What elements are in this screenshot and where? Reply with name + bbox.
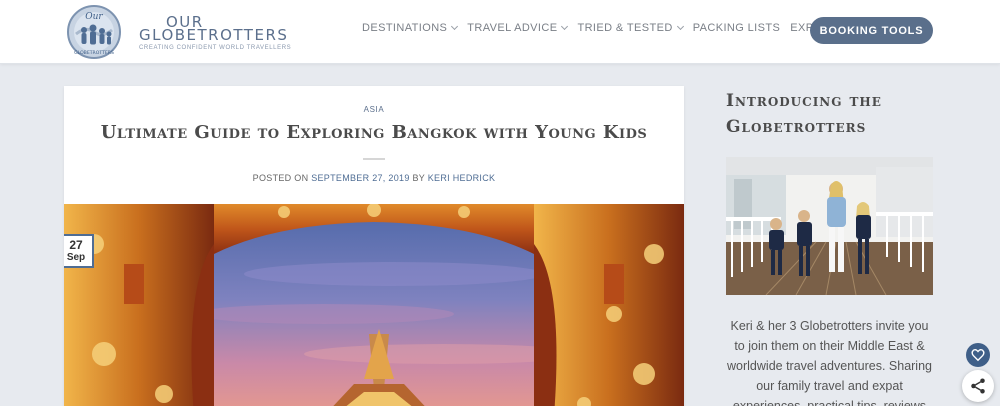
booking-tools-button[interactable]: BOOKING TOOLS xyxy=(810,17,933,44)
author-link[interactable]: KERI HEDRICK xyxy=(428,173,496,183)
date-badge-day: 27 xyxy=(69,238,83,252)
post-meta: POSTED ON SEPTEMBER 27, 2019 BY KERI HED… xyxy=(64,173,684,183)
sidebar-title-line2: Globetrotters xyxy=(726,117,867,137)
nav-item-label: PACKING LISTS xyxy=(692,22,781,34)
logo-badge-arc-text: Our xyxy=(85,12,103,22)
title-divider xyxy=(363,158,385,160)
logo-line2: GLOBETROTTERS xyxy=(139,26,289,44)
main-nav: DESTINATIONS TRAVEL ADVICE TRIED & TESTE… xyxy=(362,22,866,34)
chevron-down-icon xyxy=(451,22,459,31)
logo-badge-icon: Our GLOBETROTTERS xyxy=(67,5,121,59)
sidebar-intro-text: Keri & her 3 Globetrotters invite you to… xyxy=(727,319,932,406)
post-date-link[interactable]: SEPTEMBER 27, 2019 xyxy=(311,173,409,183)
site-logo[interactable]: Our GLOBETROTTERS OUR GLOBETROTTERS CREA… xyxy=(66,4,291,60)
post-title: Ultimate Guide to Exploring Bangkok with… xyxy=(100,122,648,143)
sidebar-title-line1: Introducing the xyxy=(726,91,882,111)
nav-item-label: TRAVEL ADVICE xyxy=(467,22,558,34)
post-category-link[interactable]: ASIA xyxy=(64,105,684,114)
chevron-down-icon xyxy=(561,22,569,31)
family-image xyxy=(726,157,933,295)
post-card: ASIA Ultimate Guide to Exploring Bangkok… xyxy=(64,86,684,406)
nav-item-label: DESTINATIONS xyxy=(362,22,448,34)
nav-item-destinations[interactable]: DESTINATIONS xyxy=(362,22,459,34)
bangkok-temple-image xyxy=(64,204,684,406)
by-label: BY xyxy=(412,173,425,183)
nav-item-label: TRIED & TESTED xyxy=(577,22,673,34)
hero-image[interactable]: 27 Sep xyxy=(64,204,684,406)
family-photo xyxy=(726,157,933,295)
heart-icon xyxy=(971,348,985,362)
chevron-down-icon xyxy=(676,22,684,31)
share-button[interactable] xyxy=(962,370,994,402)
nav-item-packing-lists[interactable]: PACKING LISTS xyxy=(693,22,781,34)
favorite-button[interactable] xyxy=(966,343,990,367)
nav-item-tried-tested[interactable]: TRIED & TESTED xyxy=(577,22,684,34)
posted-on-label: POSTED ON xyxy=(252,173,309,183)
site-header: Our GLOBETROTTERS OUR GLOBETROTTERS CREA… xyxy=(0,0,1000,64)
share-icon xyxy=(971,378,985,394)
date-badge-month: Sep xyxy=(66,252,86,263)
nav-item-travel-advice[interactable]: TRAVEL ADVICE xyxy=(467,22,569,34)
post-date-badge: 27 Sep xyxy=(64,234,94,268)
sidebar-widget-title: Introducing the Globetrotters xyxy=(726,88,946,140)
logo-badge-bottom-text: GLOBETROTTERS xyxy=(74,50,114,56)
logo-tagline: CREATING CONFIDENT WORLD TRAVELLERS xyxy=(139,45,292,51)
